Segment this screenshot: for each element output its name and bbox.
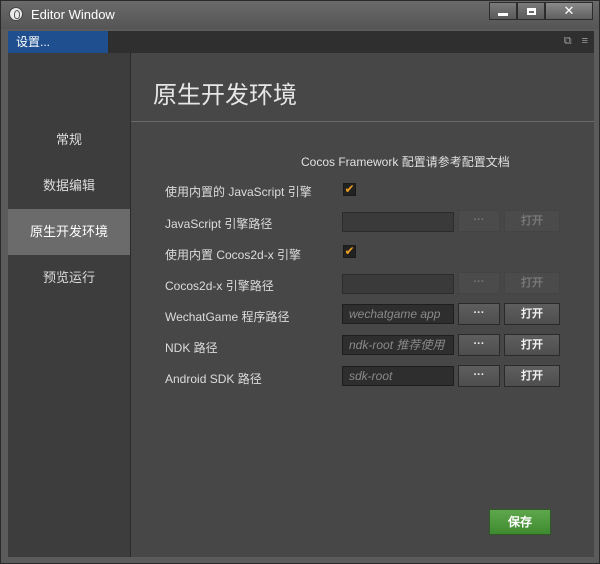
sidebar: 常规 数据编辑 原生开发环境 预览运行 (8, 53, 131, 557)
tab-settings[interactable]: 设置... (8, 31, 108, 53)
android-sdk-open-button[interactable]: 打开 (504, 365, 560, 387)
popout-icon[interactable]: ⧉ (564, 35, 572, 48)
cocos-engine-path-input[interactable] (342, 274, 454, 294)
js-engine-path-label: JavaScript 引擎路径 (165, 217, 273, 231)
use-builtin-js-checkbox[interactable]: ✔ (343, 183, 356, 196)
minimize-button[interactable] (489, 2, 517, 20)
tab-strip: 设置... ⧉ ≡ (8, 31, 594, 53)
android-sdk-browse-button[interactable]: ··· (458, 365, 500, 387)
use-builtin-cocos-checkbox[interactable]: ✔ (343, 245, 356, 258)
title-bar[interactable]: Editor Window ✕ (1, 1, 599, 29)
maximize-button[interactable] (517, 2, 545, 20)
ndk-path-label: NDK 路径 (165, 341, 218, 355)
sidebar-item-general[interactable]: 常规 (8, 117, 130, 163)
close-icon: ✕ (563, 3, 575, 18)
cocos-engine-browse-button[interactable]: ··· (458, 272, 500, 294)
use-builtin-cocos-label: 使用内置 Cocos2d-x 引擎 (165, 248, 302, 262)
android-sdk-path-label: Android SDK 路径 (165, 372, 262, 386)
window-controls: ✕ (489, 2, 593, 22)
title-divider (131, 121, 594, 122)
wechatgame-path-label: WechatGame 程序路径 (165, 310, 290, 324)
page-title: 原生开发环境 (153, 81, 297, 109)
cocos-engine-open-button[interactable]: 打开 (504, 272, 560, 294)
wechatgame-browse-button[interactable]: ··· (458, 303, 500, 325)
sidebar-item-native-env[interactable]: 原生开发环境 (8, 209, 130, 255)
save-button[interactable]: 保存 (489, 509, 551, 535)
js-engine-open-button[interactable]: 打开 (504, 210, 560, 232)
sidebar-item-data-editing[interactable]: 数据编辑 (8, 163, 130, 209)
use-builtin-js-label: 使用内置的 JavaScript 引擎 (165, 185, 312, 199)
js-engine-browse-button[interactable]: ··· (458, 210, 500, 232)
close-button[interactable]: ✕ (545, 2, 593, 20)
cocos-app-icon (9, 7, 23, 21)
tab-tools: ⧉ ≡ (564, 35, 588, 48)
ndk-browse-button[interactable]: ··· (458, 334, 500, 356)
ndk-open-button[interactable]: 打开 (504, 334, 560, 356)
window-title: Editor Window (31, 7, 115, 22)
doc-link[interactable]: Cocos Framework 配置请参考配置文档 (301, 153, 510, 170)
settings-panel: 常规 数据编辑 原生开发环境 预览运行 原生开发环境 Cocos Framewo… (8, 53, 594, 557)
wechatgame-path-input[interactable]: wechatgame app (342, 304, 454, 324)
sidebar-item-preview[interactable]: 预览运行 (8, 255, 130, 301)
wechatgame-open-button[interactable]: 打开 (504, 303, 560, 325)
maximize-icon (526, 7, 536, 15)
android-sdk-path-input[interactable]: sdk-root (342, 366, 454, 386)
cocos-engine-path-label: Cocos2d-x 引擎路径 (165, 279, 274, 293)
js-engine-path-input[interactable] (342, 212, 454, 232)
menu-icon[interactable]: ≡ (582, 35, 588, 48)
editor-window: Editor Window ✕ 设置... ⧉ ≡ 常规 数据编辑 原生开发环境… (0, 0, 600, 564)
ndk-path-input[interactable]: ndk-root 推荐使用 (342, 335, 454, 355)
main-panel: 原生开发环境 Cocos Framework 配置请参考配置文档 使用内置的 J… (131, 53, 594, 557)
minimize-icon (498, 12, 508, 16)
